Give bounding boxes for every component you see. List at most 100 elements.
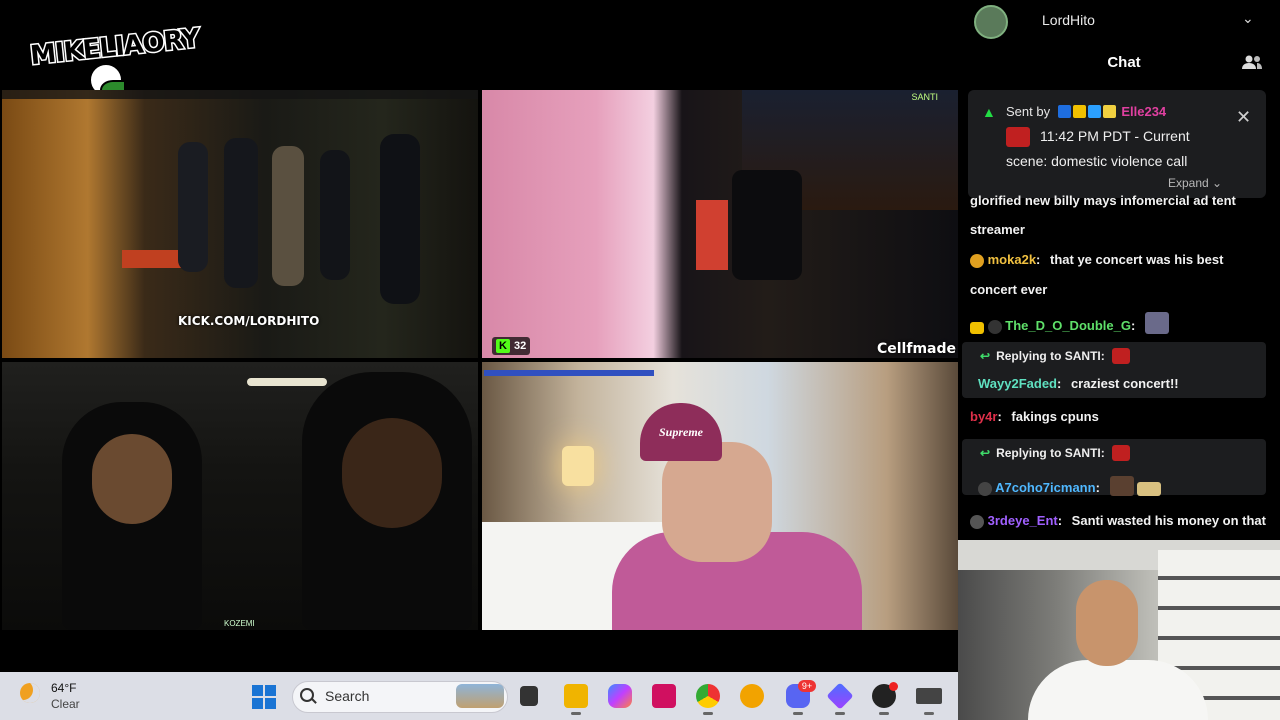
chat-username[interactable]: The_D_O_Double_G xyxy=(1005,318,1131,333)
person-shirt xyxy=(1028,660,1208,720)
reply-arrow-icon: ↩ xyxy=(980,349,991,363)
stream-tile-bottom-right[interactable]: Supreme xyxy=(482,362,958,630)
stream-tile-top-right[interactable]: SANTI K 32 Cellfmade xyxy=(482,90,958,358)
pinned-text-line1: 11:42 PM PDT - Current xyxy=(1040,128,1190,144)
avatar[interactable] xyxy=(974,5,1008,39)
officer-figure xyxy=(320,150,350,280)
kick-watermark: KICK.COM/LORDHITO xyxy=(178,314,320,328)
message-text: craziest concert!! xyxy=(1070,376,1179,391)
running-indicator xyxy=(924,712,934,715)
chat-username[interactable]: 3rdeye_Ent xyxy=(988,513,1058,528)
windows-start-icon[interactable] xyxy=(252,685,276,709)
close-icon[interactable]: ✕ xyxy=(1236,107,1251,128)
picsart-icon[interactable] xyxy=(652,684,676,708)
stream-tag: KOZEMI xyxy=(224,619,255,628)
pinned-sender-name[interactable]: Elle234 xyxy=(1121,104,1166,119)
officer-figure xyxy=(178,142,208,272)
chat-message: by4r: fakings cpuns xyxy=(970,409,1099,424)
viewer-count: 32 xyxy=(514,340,527,352)
officer-figure xyxy=(224,138,258,288)
message-text: glorified new billy mays infomercial ad … xyxy=(970,193,1236,208)
message-text: that ye concert was his best xyxy=(1050,252,1224,267)
weather-condition[interactable]: Clear xyxy=(51,697,80,711)
search-highlight-image xyxy=(456,684,504,708)
chat-username[interactable]: A7coho7icmann xyxy=(995,480,1095,495)
sent-by-label: Sent by xyxy=(1006,104,1051,119)
recording-dot-icon xyxy=(889,682,898,691)
officer-figure xyxy=(380,134,420,304)
kick-icon: K xyxy=(496,339,510,353)
chat-username[interactable]: by4r xyxy=(970,409,997,424)
extra-app-icon[interactable] xyxy=(916,688,942,704)
chat-message: streamer xyxy=(970,222,1025,237)
person-cap: Supreme xyxy=(640,403,722,461)
reply-label: Replying to SANTI: xyxy=(996,446,1105,460)
reply-indicator: ↩ Replying to SANTI: xyxy=(980,348,1131,364)
reply-arrow-icon: ↩ xyxy=(980,446,991,460)
message-text: Santi wasted his money on that xyxy=(1071,513,1266,528)
emote-icon xyxy=(1144,312,1169,334)
car-light xyxy=(247,378,327,386)
chat-message: A7coho7icmann: xyxy=(978,476,1162,496)
sunny-app-icon[interactable] xyxy=(740,684,764,708)
expand-button[interactable]: Expand ⌄ xyxy=(1168,176,1222,190)
reply-indicator: ↩ Replying to SANTI: xyxy=(980,445,1131,461)
account-name[interactable]: LordHito xyxy=(1042,12,1095,28)
copilot-icon[interactable] xyxy=(608,684,632,708)
file-explorer-icon[interactable] xyxy=(520,686,538,706)
badge-icon xyxy=(1087,105,1101,118)
users-icon[interactable] xyxy=(1242,54,1262,70)
message-text: streamer xyxy=(970,222,1025,237)
lamp xyxy=(562,446,594,486)
cap-logo: Supreme xyxy=(658,425,703,439)
badge-icon xyxy=(978,482,992,496)
emote-icon xyxy=(1137,482,1162,496)
santi-tag: SANTI xyxy=(911,92,938,102)
stream-tile-bottom-left[interactable]: KOZEMI xyxy=(2,362,478,630)
chat-title: Chat xyxy=(1107,54,1141,71)
running-indicator xyxy=(703,712,713,715)
expand-label: Expand xyxy=(1168,176,1209,190)
moon-icon[interactable] xyxy=(20,683,40,703)
badge-icon xyxy=(987,320,1002,334)
paramedic-figure xyxy=(272,146,304,286)
message-text: concert ever xyxy=(970,282,1048,297)
chat-message: concert ever xyxy=(970,282,1047,297)
emote-icon xyxy=(1109,476,1134,496)
emote-icon xyxy=(1112,348,1131,364)
badge-icon xyxy=(970,515,984,529)
viewer-count-badge: K 32 xyxy=(492,337,531,355)
chat-message: glorified new billy mays infomercial ad … xyxy=(970,193,1236,208)
chat-message: Wayy2Faded: craziest concert!! xyxy=(978,376,1179,391)
stream-tile-top-left[interactable]: KICK.COM/LORDHITO xyxy=(2,90,478,358)
pinned-emote-icon xyxy=(1006,127,1030,147)
badge-icon xyxy=(1057,105,1071,118)
file-manager-icon[interactable] xyxy=(564,684,588,708)
running-indicator xyxy=(879,712,889,715)
crown-badge-icon xyxy=(970,322,984,334)
badge-icon xyxy=(970,254,984,268)
chat-message: moka2k: that ye concert was his best xyxy=(970,252,1223,268)
pinned-text-line2: scene: domestic violence call xyxy=(1006,153,1188,169)
chrome-icon[interactable] xyxy=(696,684,720,708)
chat-overlay-strip xyxy=(2,90,478,99)
chevron-down-icon[interactable]: ⌄ xyxy=(1242,10,1254,27)
search-placeholder[interactable]: Search xyxy=(325,688,369,704)
chat-username[interactable]: Wayy2Faded xyxy=(978,376,1057,391)
channel-logo: MIKELIAORY xyxy=(27,22,202,100)
weather-temp[interactable]: 64°F xyxy=(51,681,76,695)
person-face xyxy=(1076,580,1138,666)
reply-label: Replying to SANTI: xyxy=(996,349,1105,363)
message-text: fakings cpuns xyxy=(1011,409,1099,424)
pinned-sender-line: Sent by Elle234 xyxy=(1006,104,1166,119)
running-indicator xyxy=(793,712,803,715)
chat-username[interactable]: moka2k xyxy=(988,252,1036,267)
badge-icon xyxy=(1102,105,1116,118)
streamer-name: Cellfmade xyxy=(876,341,956,357)
running-indicator xyxy=(835,712,845,715)
progress-overlay xyxy=(484,370,654,376)
discord-badge: 9+ xyxy=(798,680,816,692)
chat-header xyxy=(958,0,1280,86)
person-face xyxy=(342,418,442,528)
stretcher xyxy=(696,200,728,270)
